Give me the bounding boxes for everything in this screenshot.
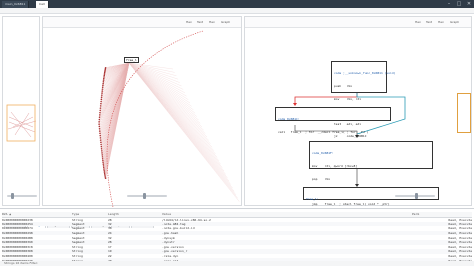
cfg-block-1f[interactable]: code_0x6B1F: mov rdi, qword [rbx+8] pop … [309,141,433,206]
callee-node [103,71,106,74]
cfg-block-1c[interactable]: code_0x6B1C: call free_l ; for __cdecl f… [275,107,391,134]
call-edge [128,62,187,97]
cfg-block-entry[interactable]: code ;__unknown_func_0x6B11 (void) push … [331,61,396,138]
callee-node [101,90,104,92]
call-edge [128,62,220,161]
callee-node [100,96,103,99]
callee-node [99,134,102,137]
block-title: code ;__unknown_func_0x6B11 (void) [334,71,396,76]
hex-view-button[interactable]: Hex [209,19,215,25]
callee-node [99,105,102,107]
callee-node [99,137,102,139]
call-edge [128,62,196,114]
callee-node [99,132,101,135]
callee-node [103,77,105,80]
maximize-icon[interactable]: □ [454,0,464,8]
graph-node-free[interactable]: free_l [124,57,139,63]
callee-node [100,143,102,146]
callee-node [104,177,107,180]
callee-node [98,130,101,132]
call-edge [128,62,199,121]
asm-line: pop rbx [312,176,331,181]
cfg-zoom-slider-thumb[interactable] [415,193,418,199]
minimap-graph[interactable] [3,17,41,207]
cfg-minimap[interactable] [457,93,471,133]
hex-button[interactable]: Hex [415,19,421,25]
callee-node [99,139,102,141]
callee-node [102,80,105,83]
call-edge [128,62,184,90]
text-button[interactable]: Text [197,19,203,25]
callee-node [100,98,103,101]
block-title: code_0x6B1C: [278,117,300,122]
callee-node [98,127,101,130]
callee-node [101,92,103,94]
title-bar: main_0x6B11 Call – □ ✕ [0,0,474,8]
callee-node [102,79,105,81]
callee-node [99,109,102,112]
call-edge [128,62,202,127]
asm-line: call free_l ; for __cdecl free_l( ; for … [278,130,369,135]
cfg-pane: Hex Text Hex Graph code ;__unknown_func_… [244,16,472,214]
block-title: code_0x6B1F: [312,151,334,156]
tab-call[interactable]: Call [36,1,49,8]
minimap-pane [2,16,40,206]
text-button[interactable]: Text [426,19,432,25]
hex-view-button[interactable]: Hex [438,19,444,25]
strings-table: RVA ▲ Type Length Value Perm 0x000000000… [2,212,472,263]
callee-node [99,107,102,109]
callee-node [98,121,100,123]
call-edge [128,62,201,124]
hex-button[interactable]: Hex [186,19,192,25]
call-arc [106,30,204,207]
status-bar: Strings 16 items Filter: [0,261,474,266]
callee-node [100,102,102,105]
graph-zoom-slider-thumb[interactable] [143,193,146,199]
call-graph-pane: Hex Text Hex Graph free_l [42,16,243,207]
call-edge [128,62,240,202]
graph-button[interactable]: Graph [221,19,230,25]
callee-node [102,84,104,87]
callee-node [102,82,104,85]
asm-line: push rbx [334,84,353,89]
callee-node [101,86,104,89]
callee-node [98,125,101,128]
call-edge [128,62,218,158]
call-edge [128,62,216,155]
pane-header: Hex Text Hex Graph [43,17,241,28]
callee-node [100,100,102,103]
toolbar [0,8,474,14]
cfg-block-free[interactable]: free_l: jmp qword [free] ; cdecl free(vo… [303,187,439,214]
close-icon[interactable]: ✕ [464,0,474,8]
callee-node [100,141,102,144]
graph-zoom-slider[interactable] [127,195,167,197]
call-edge [128,62,197,117]
call-edge [128,62,213,148]
callee-node [100,94,103,96]
minimize-icon[interactable]: – [444,0,454,8]
callee-node [103,74,106,77]
call-edge [128,62,214,151]
asm-line: mov rdi, qword [rbx+8] [312,164,358,169]
callee-node [103,76,105,78]
graph-button[interactable]: Graph [450,19,459,25]
callee-node [98,123,100,125]
call-edge [128,62,209,141]
call-graph-canvas[interactable] [43,29,243,207]
pane-header: Hex Text Hex Graph [245,17,471,28]
zoom-slider-thumb[interactable] [11,193,14,199]
call-edge [128,62,208,138]
call-edge [128,62,206,134]
callee-node [101,88,104,90]
callee-node [103,73,106,75]
asm-line: mov rbx, rdi [334,96,362,101]
call-edge [128,62,211,144]
tab-main[interactable]: main_0x6B11 [2,1,30,8]
